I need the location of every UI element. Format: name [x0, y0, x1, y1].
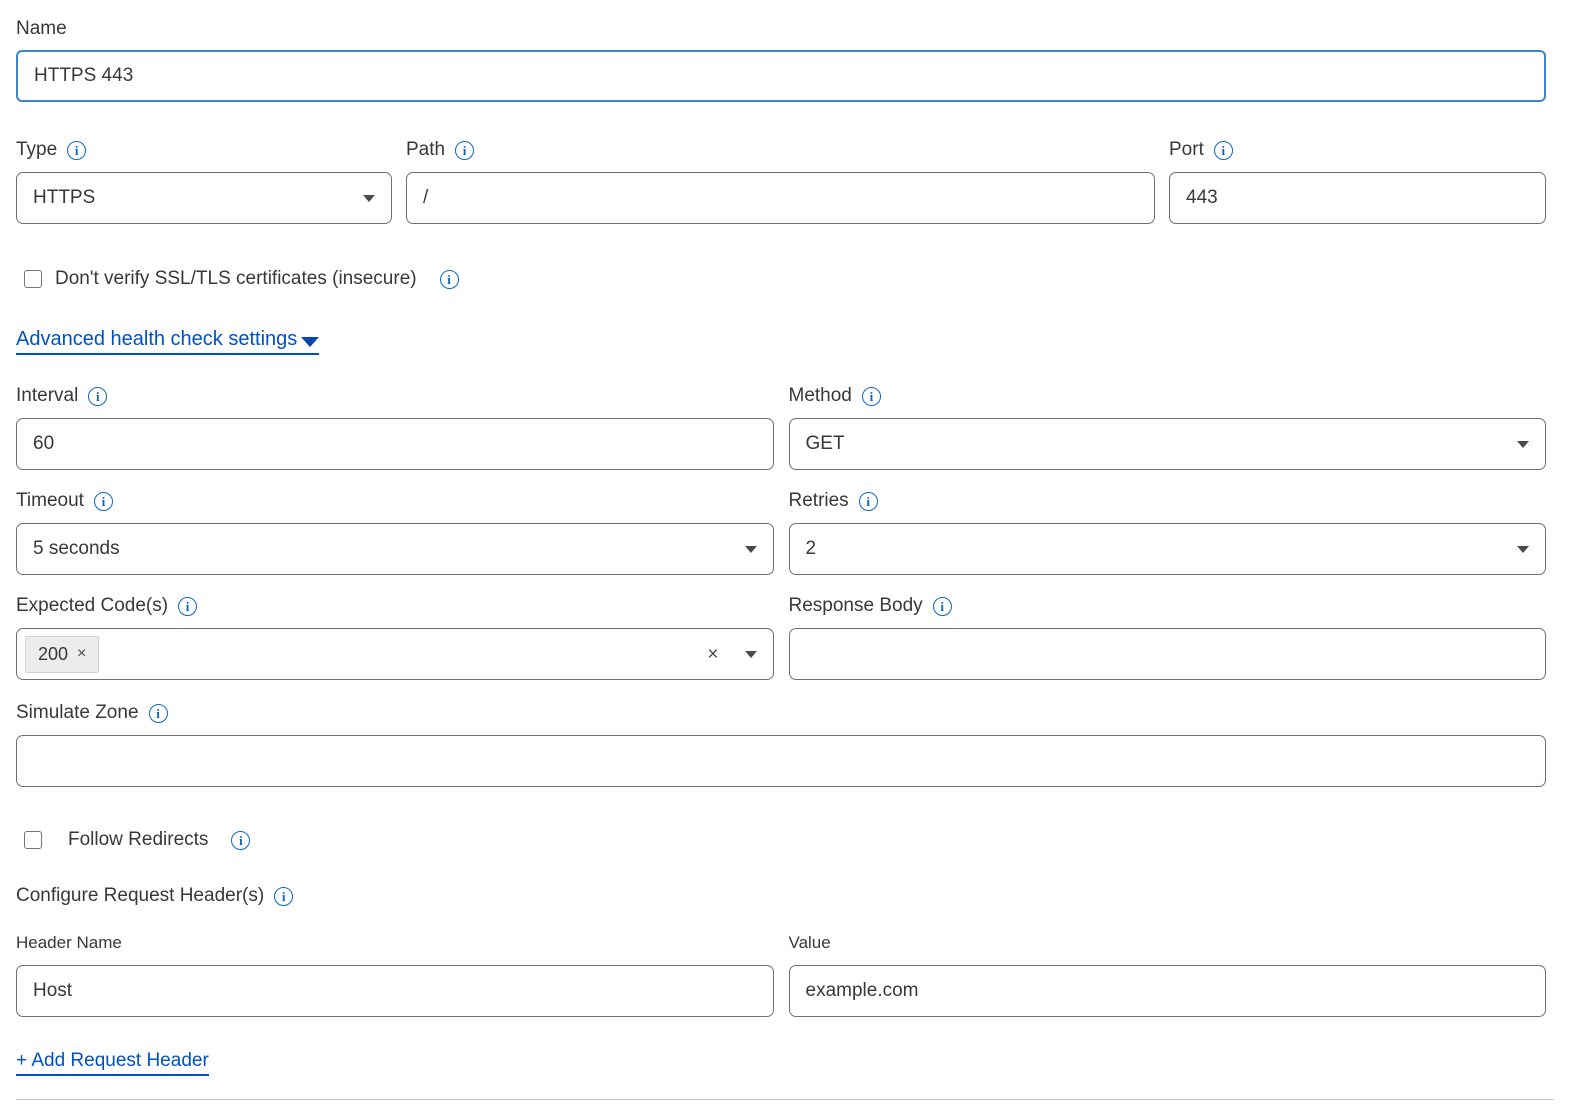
- timeout-select-value: 5 seconds: [33, 538, 120, 560]
- type-label: Type: [16, 139, 57, 161]
- chevron-down-icon: [363, 195, 375, 202]
- interval-input[interactable]: [16, 418, 774, 470]
- name-label: Name: [16, 18, 67, 40]
- add-request-header-link[interactable]: + Add Request Header: [16, 1050, 209, 1076]
- chevron-down-icon: [745, 546, 757, 553]
- header-name-input[interactable]: [16, 965, 774, 1017]
- health-check-form: Name Type i HTTPS Path i Port i: [0, 0, 1570, 1100]
- request-header-row: Header Name Value: [16, 933, 1546, 1017]
- info-icon[interactable]: i: [440, 270, 459, 289]
- method-label: Method: [789, 385, 852, 407]
- simulate-zone-field: Simulate Zone i: [16, 700, 1546, 787]
- follow-redirects-checkbox[interactable]: [24, 831, 42, 849]
- advanced-settings-link-label: Advanced health check settings: [16, 328, 297, 351]
- info-icon[interactable]: i: [94, 492, 113, 511]
- response-body-field: Response Body i: [789, 593, 1547, 680]
- response-body-label: Response Body: [789, 595, 923, 617]
- caret-down-icon: [301, 337, 319, 347]
- header-value-field: Value: [789, 933, 1547, 1017]
- expected-codes-field: Expected Code(s) i 200 × ×: [16, 593, 774, 680]
- info-icon[interactable]: i: [933, 597, 952, 616]
- type-field: Type i HTTPS: [16, 137, 392, 224]
- simulate-zone-input[interactable]: [16, 735, 1546, 787]
- info-icon[interactable]: i: [862, 387, 881, 406]
- info-icon[interactable]: i: [455, 141, 474, 160]
- retries-select[interactable]: 2: [789, 523, 1547, 575]
- timeout-select[interactable]: 5 seconds: [16, 523, 774, 575]
- port-label: Port: [1169, 139, 1204, 161]
- chevron-down-icon: [1517, 546, 1529, 553]
- response-body-input[interactable]: [789, 628, 1547, 680]
- header-value-label: Value: [789, 933, 1547, 953]
- type-select[interactable]: HTTPS: [16, 172, 392, 224]
- info-icon[interactable]: i: [274, 887, 293, 906]
- remove-tag-icon[interactable]: ×: [77, 646, 86, 662]
- path-label: Path: [406, 139, 445, 161]
- expected-code-tag: 200 ×: [25, 636, 99, 673]
- name-input[interactable]: [16, 50, 1546, 102]
- retries-label: Retries: [789, 490, 849, 512]
- expected-code-tag-value: 200: [38, 644, 68, 665]
- clear-all-icon[interactable]: ×: [707, 645, 718, 664]
- advanced-settings-link[interactable]: Advanced health check settings: [16, 328, 319, 355]
- info-icon[interactable]: i: [149, 704, 168, 723]
- method-select-value: GET: [806, 433, 845, 455]
- header-name-label: Header Name: [16, 933, 774, 953]
- retries-select-value: 2: [806, 538, 817, 560]
- info-icon[interactable]: i: [178, 597, 197, 616]
- chevron-down-icon: [1517, 441, 1529, 448]
- timeout-label: Timeout: [16, 490, 84, 512]
- expected-codes-multiselect[interactable]: 200 × ×: [16, 628, 774, 680]
- verify-ssl-checkbox[interactable]: [24, 270, 42, 288]
- request-headers-section-label: Configure Request Header(s): [16, 885, 264, 907]
- path-input[interactable]: [406, 172, 1155, 224]
- expected-codes-label: Expected Code(s): [16, 595, 168, 617]
- port-field: Port i: [1169, 137, 1546, 224]
- header-name-field: Header Name: [16, 933, 774, 1017]
- method-select[interactable]: GET: [789, 418, 1547, 470]
- interval-field: Interval i: [16, 383, 774, 470]
- path-field: Path i: [406, 137, 1155, 224]
- port-input[interactable]: [1169, 172, 1546, 224]
- info-icon[interactable]: i: [859, 492, 878, 511]
- method-field: Method i GET: [789, 383, 1547, 470]
- verify-ssl-label: Don't verify SSL/TLS certificates (insec…: [55, 268, 417, 290]
- retries-field: Retries i 2: [789, 488, 1547, 575]
- chevron-down-icon: [745, 651, 757, 658]
- info-icon[interactable]: i: [1214, 141, 1233, 160]
- interval-label: Interval: [16, 385, 78, 407]
- section-divider: [16, 1099, 1554, 1100]
- type-select-value: HTTPS: [33, 187, 95, 209]
- timeout-field: Timeout i 5 seconds: [16, 488, 774, 575]
- info-icon[interactable]: i: [88, 387, 107, 406]
- info-icon[interactable]: i: [231, 831, 250, 850]
- follow-redirects-label: Follow Redirects: [68, 829, 208, 851]
- info-icon[interactable]: i: [67, 141, 86, 160]
- simulate-zone-label: Simulate Zone: [16, 702, 139, 724]
- header-value-input[interactable]: [789, 965, 1547, 1017]
